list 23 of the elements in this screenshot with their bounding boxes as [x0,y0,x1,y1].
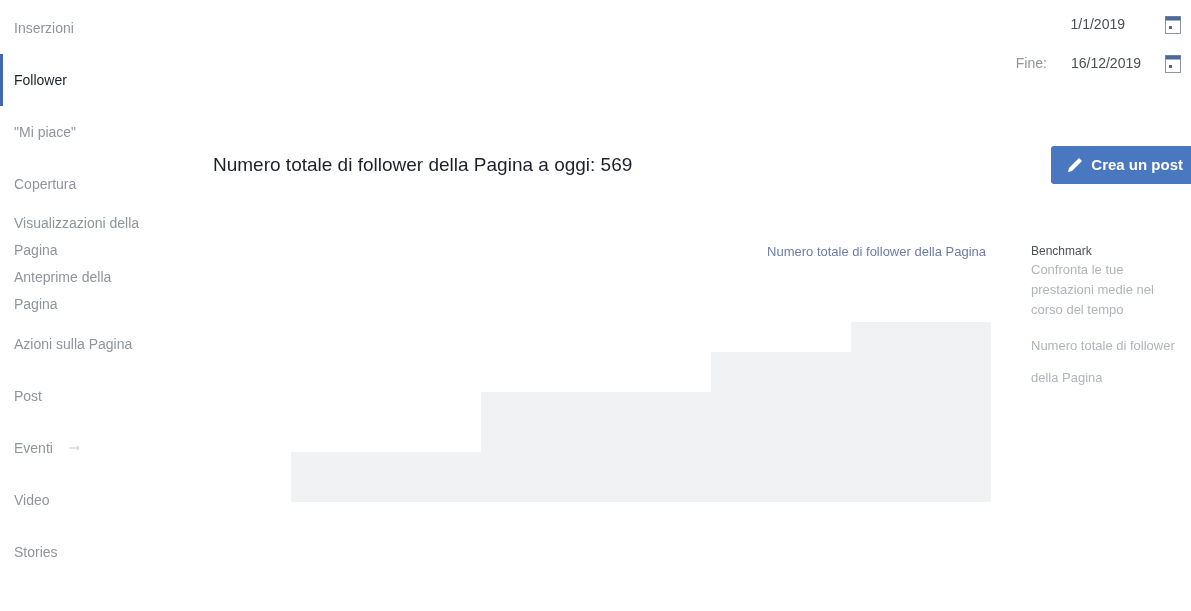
sidebar-item[interactable]: Follower [0,54,200,106]
sidebar-item[interactable]: Anteprime della Pagina [0,264,200,318]
benchmark-description: Confronta le tue prestazioni medie nel corso del tempo [1031,261,1155,319]
benchmark-metric[interactable]: Numero totale di follower della Pagina [1031,330,1181,394]
calendar-icon[interactable] [1165,54,1181,73]
sidebar-item[interactable]: Copertura [0,158,200,210]
create-post-button[interactable]: Crea un post [1051,146,1191,184]
start-date[interactable]: 1/1/2019 [1070,14,1125,35]
sidebar-item[interactable]: Stories [0,526,200,578]
sidebar-item[interactable]: Post [0,370,200,422]
sidebar-item[interactable]: Video [0,474,200,526]
end-date-label: Fine: [1015,54,1047,73]
sidebar-item[interactable]: Azioni sulla Pagina [0,318,200,370]
calendar-icon[interactable] [1165,15,1181,34]
sidebar-item[interactable]: Inserzioni [0,2,200,54]
sidebar-item[interactable]: Eventi [0,422,200,474]
chart-legend: Numero totale di follower della Pagina [767,242,986,262]
sidebar-item[interactable]: "Mi piace" [0,106,200,158]
page-heading: Numero totale di follower della Pagina a oggi: 569 [213,152,633,177]
benchmark-title: Benchmark [1031,243,1093,260]
end-date[interactable]: 16/12/2019 [1070,53,1141,74]
pencil-icon [1067,157,1084,173]
sidebar-item[interactable]: Visualizzazioni della Pagina [0,210,200,264]
